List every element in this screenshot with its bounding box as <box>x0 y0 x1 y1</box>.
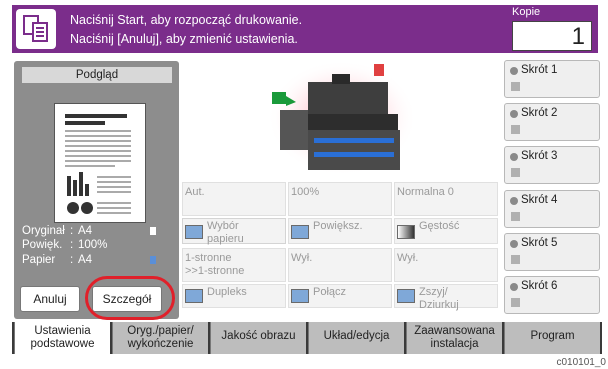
preview-title: Podgląd <box>22 67 172 83</box>
info-separator: : <box>70 254 74 266</box>
shortcut-2-button[interactable]: Skrót 2 <box>504 103 600 141</box>
density-button[interactable]: Gęstość <box>394 218 498 244</box>
tab-layout-edit[interactable]: Układ/edycja <box>308 322 404 354</box>
cancel-button[interactable]: Anuluj <box>20 286 80 312</box>
combine-icon <box>291 289 309 303</box>
info-zoom-value: 100% <box>78 239 108 251</box>
copies-label: Kopie <box>512 6 592 20</box>
shortcut-dot-icon <box>510 283 518 291</box>
zoom-button[interactable]: Powiększ. <box>288 218 392 244</box>
tab-basic-settings[interactable]: Ustawienia podstawowe <box>14 322 110 354</box>
info-original-key: Oryginał <box>22 225 65 237</box>
combine-button[interactable]: Połącz <box>288 284 392 308</box>
zoom-label: Powiększ. <box>313 220 363 232</box>
shortcut-6-label: Skrót 6 <box>521 280 558 292</box>
figure-code: c010101_0 <box>556 357 607 368</box>
staple-punch-button[interactable]: Zszyj/ Dziurkuj <box>394 284 498 311</box>
printer-illustration <box>182 58 500 182</box>
shortcut-marker-icon <box>511 82 520 91</box>
staple-punch-value-text: Wył. <box>397 252 419 264</box>
shortcut-marker-icon <box>511 168 520 177</box>
highlight-ring <box>85 276 175 320</box>
shortcut-5-button[interactable]: Skrót 5 <box>504 233 600 271</box>
shortcut-5-label: Skrót 5 <box>521 237 558 249</box>
info-paper-key: Papier <box>22 254 56 266</box>
duplex-value: 1-stronne >>1-stronne <box>182 248 286 282</box>
portrait-orientation-icon <box>150 227 156 235</box>
shortcut-dot-icon <box>510 67 518 75</box>
shortcut-4-button[interactable]: Skrót 4 <box>504 190 600 228</box>
info-zoom-key: Powięk. <box>22 239 63 251</box>
info-zoom: Powięk. : 100% <box>22 239 172 253</box>
tab-advanced-setup[interactable]: Zaawansowana instalacja <box>406 322 502 354</box>
shortcut-dot-icon <box>510 197 518 205</box>
combine-value: Wył. <box>288 248 392 282</box>
paper-orientation-icon <box>150 256 156 264</box>
zoom-icon <box>291 225 309 239</box>
copy-job-icon <box>16 9 56 49</box>
duplex-icon <box>185 289 203 303</box>
shortcut-marker-icon <box>511 125 520 134</box>
settings-grid: Aut. Wybór papieru 100% Powiększ. Normal… <box>182 182 500 311</box>
zoom-value: 100% <box>288 182 392 216</box>
info-separator: : <box>70 239 74 251</box>
paper-selection-value: Aut. <box>182 182 286 216</box>
message-line-2: Naciśnij [Anuluj], aby zmienić ustawieni… <box>70 32 298 46</box>
paper-selection-value-text: Aut. <box>185 186 205 198</box>
shortcut-marker-icon <box>511 212 520 221</box>
document-preview-thumbnail <box>54 103 146 223</box>
shortcut-1-label: Skrót 1 <box>521 64 558 76</box>
density-value: Normalna 0 <box>394 182 498 216</box>
tab-original-paper-finishing[interactable]: Oryg./papier/ wykończenie <box>112 322 208 354</box>
shortcut-dot-icon <box>510 110 518 118</box>
message-line-1: Naciśnij Start, aby rozpocząć drukowanie… <box>70 13 303 27</box>
info-original-value: A4 <box>78 225 93 237</box>
staple-punch-icon <box>397 289 415 303</box>
info-paper-value: A4 <box>78 254 93 266</box>
staple-punch-label: Zszyj/ Dziurkuj <box>419 286 459 311</box>
combine-label: Połącz <box>313 286 347 298</box>
shortcut-6-button[interactable]: Skrót 6 <box>504 276 600 314</box>
shortcut-marker-icon <box>511 255 520 264</box>
shortcut-dot-icon <box>510 240 518 248</box>
shortcut-4-label: Skrót 4 <box>521 194 558 206</box>
copies-field[interactable]: 1 <box>512 21 592 51</box>
duplex-value-text: 1-stronne >>1-stronne <box>185 252 245 277</box>
shortcut-dot-icon <box>510 153 518 161</box>
tab-image-quality[interactable]: Jakość obrazu <box>210 322 306 354</box>
zoom-value-text: 100% <box>291 186 320 198</box>
shortcut-3-button[interactable]: Skrót 3 <box>504 146 600 184</box>
function-tabs: Ustawienia podstawowe Oryg./papier/ wyko… <box>12 322 602 354</box>
density-label: Gęstość <box>419 220 460 232</box>
combine-value-text: Wył. <box>291 252 313 264</box>
paper-select-icon <box>185 225 203 239</box>
paper-selection-button[interactable]: Wybór papieru <box>182 218 286 245</box>
shortcut-marker-icon <box>511 298 520 307</box>
density-icon <box>397 225 415 239</box>
density-value-text: Normalna 0 <box>397 186 454 198</box>
duplex-label: Dupleks <box>207 286 247 298</box>
message-header: Naciśnij Start, aby rozpocząć drukowanie… <box>12 5 598 53</box>
shortcut-2-label: Skrót 2 <box>521 107 558 119</box>
paper-selection-label: Wybór papieru <box>207 220 244 245</box>
shortcut-3-label: Skrót 3 <box>521 150 558 162</box>
info-separator: : <box>70 225 74 237</box>
duplex-button[interactable]: Dupleks <box>182 284 286 308</box>
shortcut-1-button[interactable]: Skrót 1 <box>504 60 600 98</box>
staple-punch-value: Wył. <box>394 248 498 282</box>
tab-program[interactable]: Program <box>504 322 600 354</box>
